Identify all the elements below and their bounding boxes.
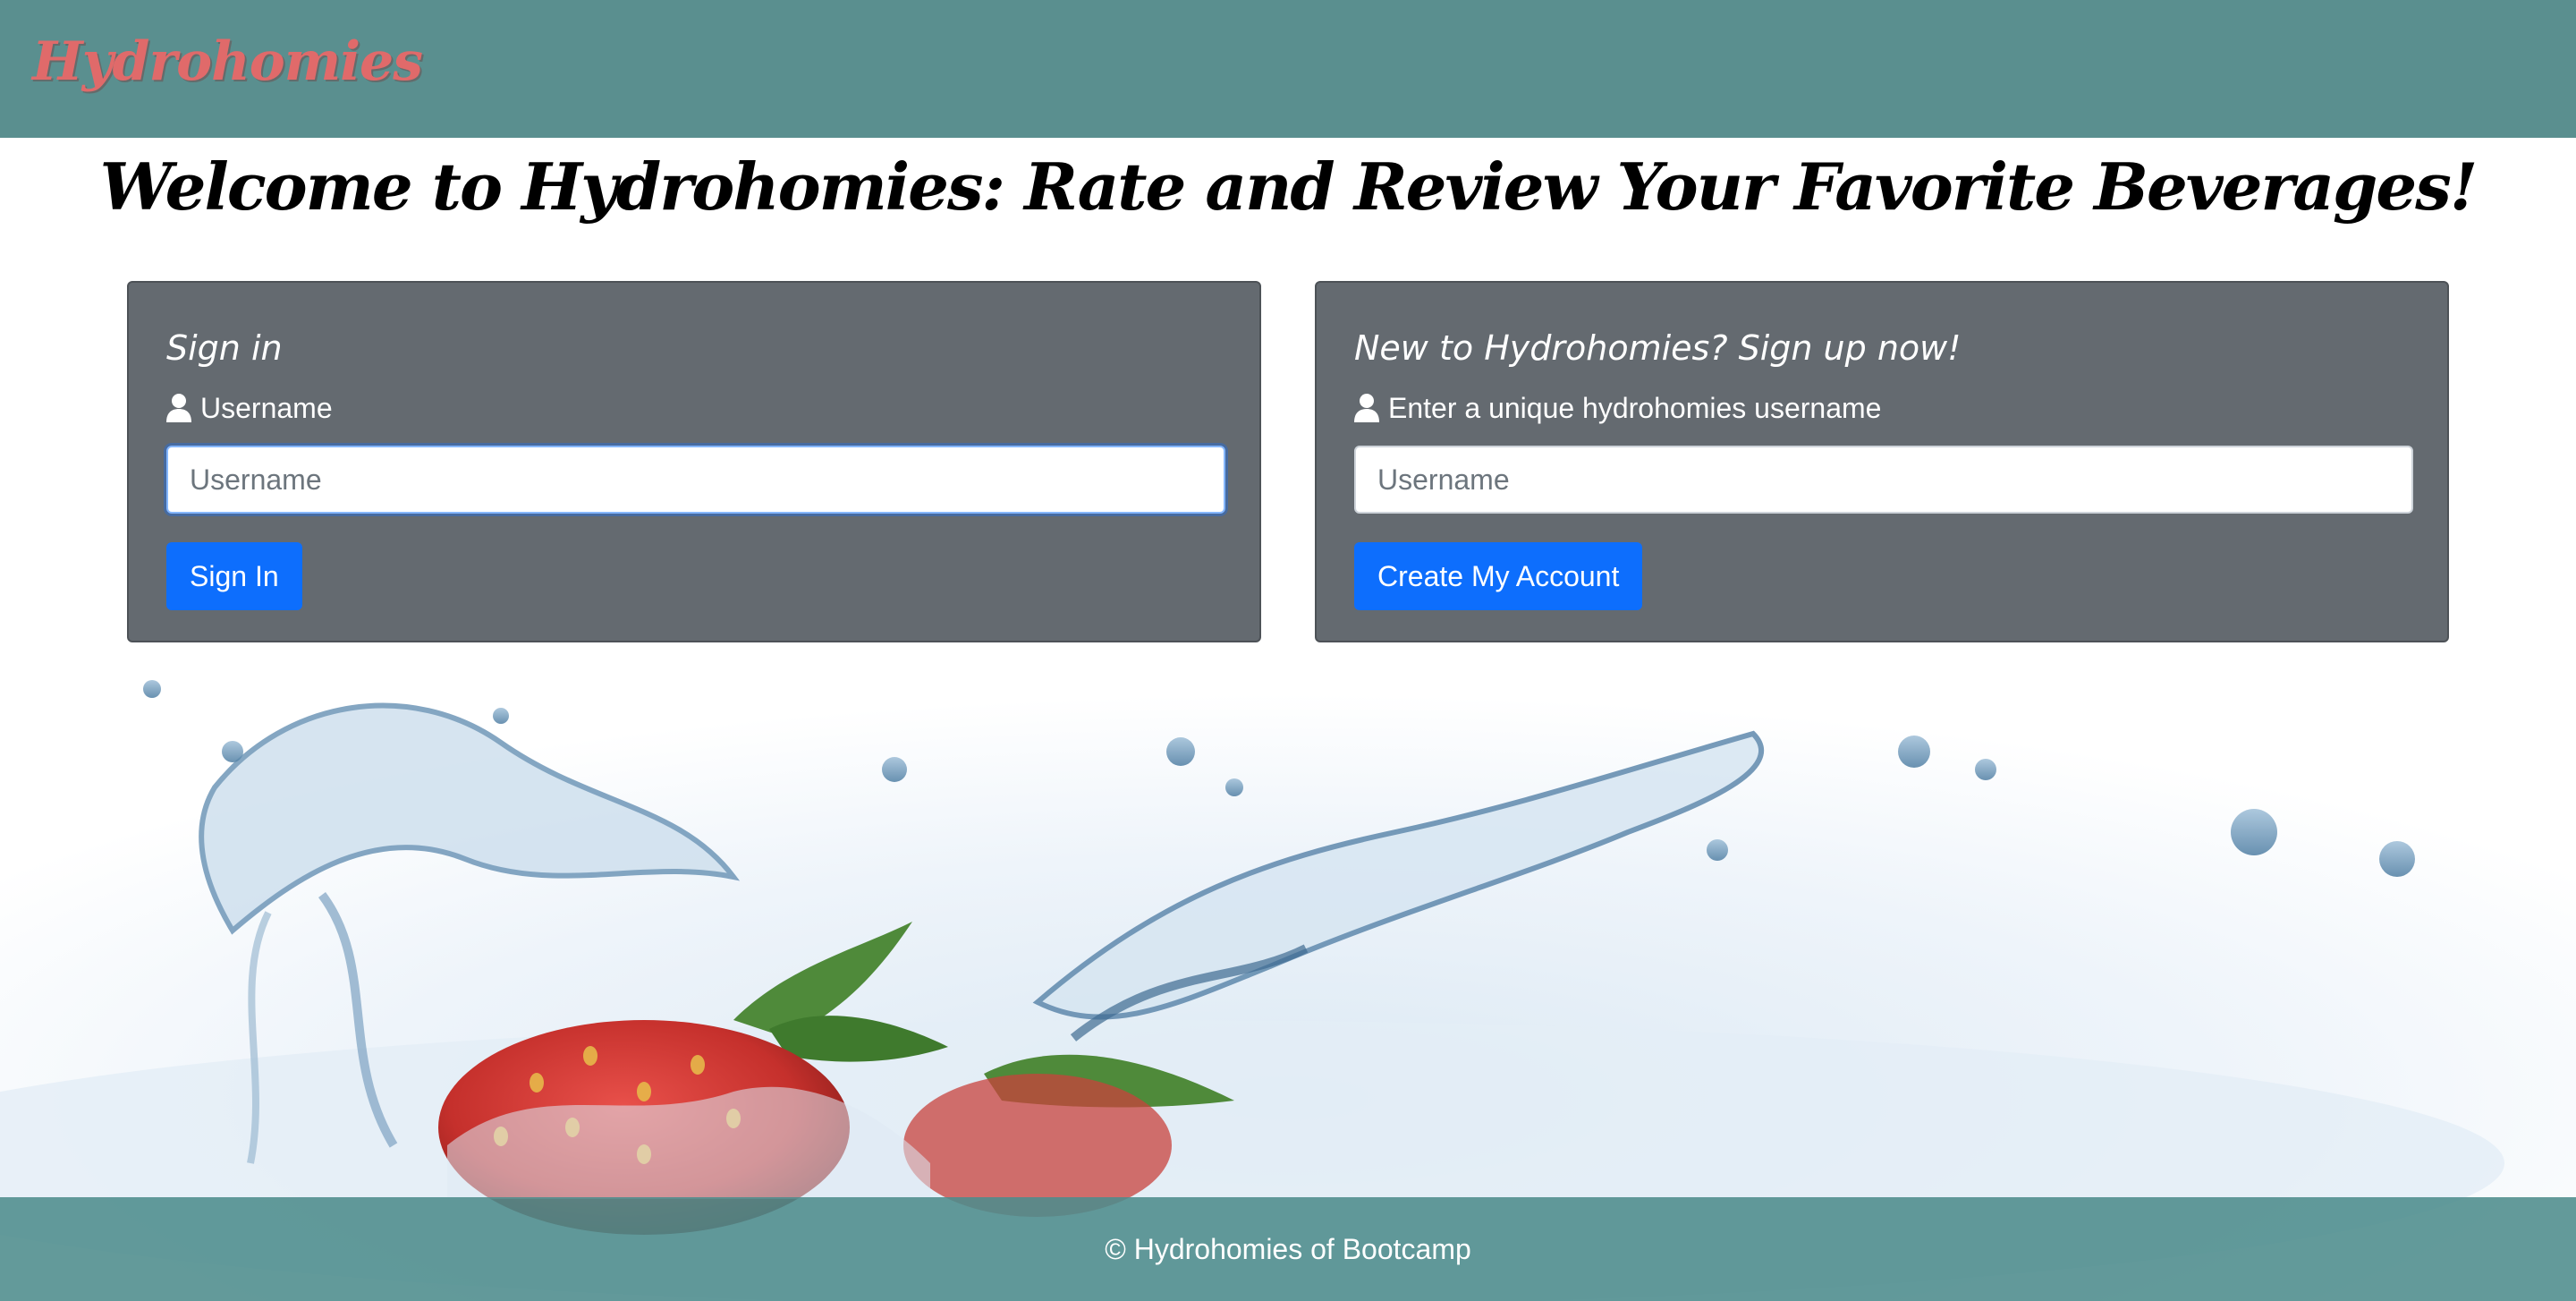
create-account-button[interactable]: Create My Account [1354, 542, 1643, 610]
page-title: Welcome to Hydrohomies: Rate and Review … [99, 149, 2479, 225]
signup-title: New to Hydrohomies? Sign up now! [1354, 328, 1962, 368]
signin-title: Sign in [166, 328, 283, 368]
footer-copyright: © Hydrohomies of Bootcamp [1105, 1232, 1471, 1265]
user-icon [1354, 394, 1379, 422]
signin-username-label-text: Username [200, 392, 333, 424]
signup-username-label-text: Enter a unique hydrohomies username [1388, 392, 1882, 424]
signin-username-input[interactable] [166, 446, 1225, 514]
signup-username-input[interactable] [1354, 446, 2413, 514]
signup-card: New to Hydrohomies? Sign up now! Enter a… [1315, 281, 2449, 642]
signup-username-label: Enter a unique hydrohomies username [1354, 394, 2410, 422]
brand-logo[interactable]: Hydrohomies [32, 30, 423, 93]
user-icon [166, 394, 191, 422]
signin-username-label: Username [166, 394, 1222, 422]
footer: © Hydrohomies of Bootcamp [0, 1197, 2576, 1301]
navbar: Hydrohomies [0, 0, 2576, 138]
signin-card: Sign in Username Sign In [127, 281, 1261, 642]
sign-in-button[interactable]: Sign In [166, 542, 302, 610]
